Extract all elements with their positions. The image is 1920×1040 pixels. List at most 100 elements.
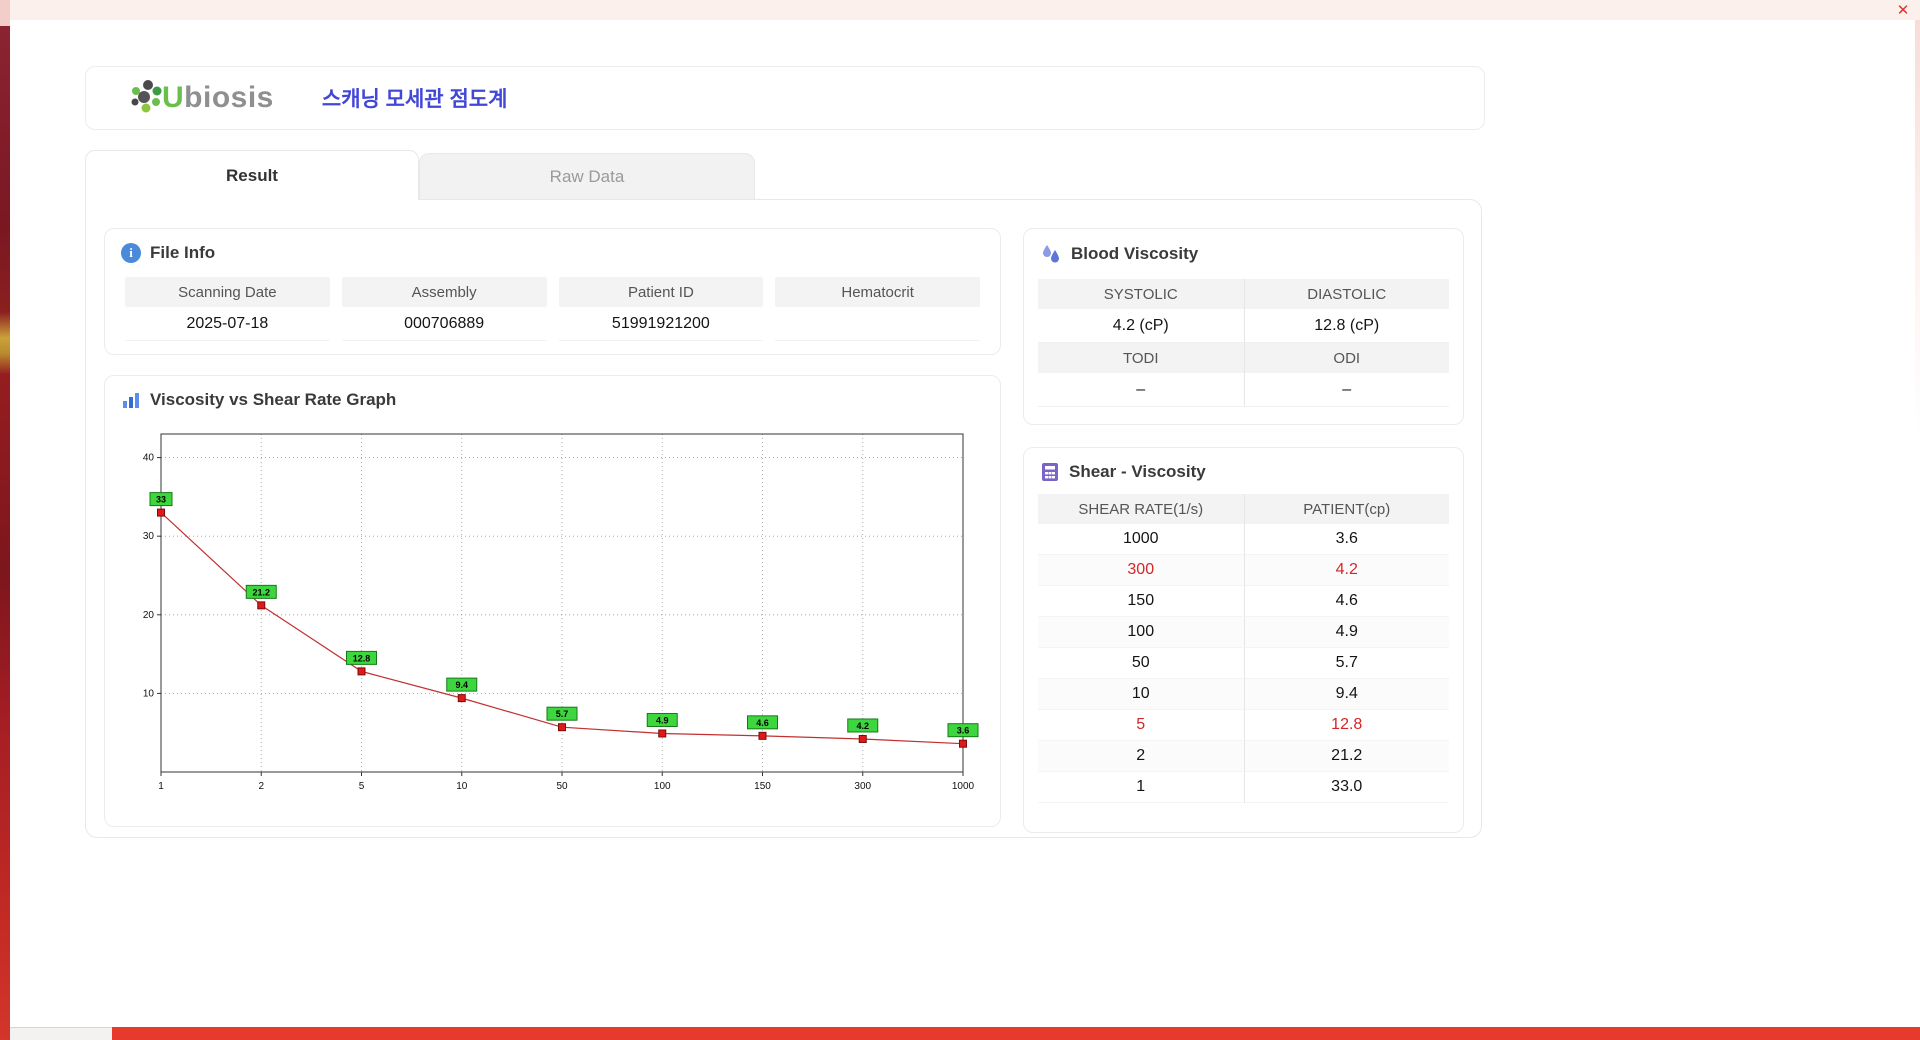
systolic-header: SYSTOLIC bbox=[1038, 279, 1244, 309]
desktop-edge-right bbox=[1915, 20, 1920, 440]
ubiosis-logo: Ubiosis bbox=[124, 76, 274, 120]
app-window: Ubiosis 스캐닝 모세관 점도계 Result Raw Data i Fi… bbox=[10, 20, 1915, 1027]
field-label: Scanning Date bbox=[125, 277, 330, 307]
svg-text:12.8: 12.8 bbox=[353, 653, 371, 663]
shear-rate-cell: 100 bbox=[1038, 617, 1244, 648]
field-patient-id: Patient ID 51991921200 bbox=[558, 277, 764, 341]
diastolic-value: 12.8 (cP) bbox=[1243, 309, 1449, 343]
svg-text:100: 100 bbox=[654, 781, 671, 792]
svg-text:4.9: 4.9 bbox=[656, 715, 669, 725]
patient-cell: 3.6 bbox=[1243, 524, 1449, 555]
svg-text:4.6: 4.6 bbox=[756, 718, 769, 728]
shear-rate-cell: 10 bbox=[1038, 679, 1244, 710]
tab-raw-data[interactable]: Raw Data bbox=[419, 153, 755, 200]
shear-table-row: 300 4.2 bbox=[1038, 555, 1449, 586]
patient-cell: 4.6 bbox=[1243, 586, 1449, 617]
svg-text:1000: 1000 bbox=[952, 781, 975, 792]
patient-cell: 33.0 bbox=[1243, 772, 1449, 803]
droplet-icon bbox=[1043, 245, 1059, 263]
close-icon[interactable]: ✕ bbox=[1894, 2, 1912, 20]
svg-text:20: 20 bbox=[143, 610, 155, 621]
bar-chart-icon bbox=[123, 393, 139, 408]
calculator-icon bbox=[1042, 463, 1058, 481]
file-info-fields: Scanning Date 2025-07-18 Assembly 000706… bbox=[105, 269, 1000, 341]
odi-value: – bbox=[1243, 373, 1449, 407]
svg-text:2: 2 bbox=[258, 781, 264, 792]
shear-rate-header: SHEAR RATE(1/s) bbox=[1038, 494, 1244, 524]
field-label: Assembly bbox=[341, 277, 547, 307]
shear-table-row: 5 12.8 bbox=[1038, 710, 1449, 741]
blood-viscosity-grid: SYSTOLIC DIASTOLIC 4.2 (cP) 12.8 (cP) TO… bbox=[1038, 279, 1449, 407]
svg-text:1: 1 bbox=[158, 781, 164, 792]
shear-rate-cell: 2 bbox=[1038, 741, 1244, 772]
shear-table-row: 1 33.0 bbox=[1038, 772, 1449, 803]
header: Ubiosis 스캐닝 모세관 점도계 bbox=[85, 66, 1485, 130]
systolic-value: 4.2 (cP) bbox=[1038, 309, 1244, 343]
svg-text:4.2: 4.2 bbox=[856, 721, 869, 731]
field-label: Patient ID bbox=[558, 277, 764, 307]
odi-header: ODI bbox=[1243, 343, 1449, 373]
patient-cell: 4.2 bbox=[1243, 555, 1449, 586]
viscosity-chart: 1 2 5 10 50 100 150 300 1000 10 20 30 40 33 21.2 12.8 9.… bbox=[143, 433, 979, 792]
todi-header: TODI bbox=[1038, 343, 1244, 373]
svg-text:3.6: 3.6 bbox=[957, 726, 970, 736]
shear-rate-cell: 5 bbox=[1038, 710, 1244, 741]
desktop-edge-bottom-left bbox=[10, 1027, 112, 1040]
main-panel: i File Info Scanning Date 2025-07-18 Ass… bbox=[85, 199, 1482, 838]
shear-table: SHEAR RATE(1/s) PATIENT(cp) 1000 3.6 300… bbox=[1038, 494, 1449, 803]
info-icon: i bbox=[121, 243, 141, 263]
shear-rate-cell: 150 bbox=[1038, 586, 1244, 617]
diastolic-header: DIASTOLIC bbox=[1243, 279, 1449, 309]
blood-viscosity-title: Blood Viscosity bbox=[1071, 244, 1199, 263]
shear-table-row: 2 21.2 bbox=[1038, 741, 1449, 772]
svg-text:5: 5 bbox=[359, 781, 365, 792]
field-value: 000706889 bbox=[341, 307, 547, 341]
shear-viscosity-card: Shear - Viscosity SHEAR RATE(1/s) PATIEN… bbox=[1023, 447, 1464, 833]
svg-text:40: 40 bbox=[143, 453, 155, 464]
shear-viscosity-title: Shear - Viscosity bbox=[1069, 462, 1206, 481]
shear-rate-cell: 1 bbox=[1038, 772, 1244, 803]
patient-cell: 4.9 bbox=[1243, 617, 1449, 648]
svg-text:50: 50 bbox=[556, 781, 568, 792]
field-value bbox=[775, 307, 980, 341]
svg-text:5.7: 5.7 bbox=[556, 709, 569, 719]
desktop-edge-bottom bbox=[112, 1027, 1920, 1040]
shear-table-row: 10 9.4 bbox=[1038, 679, 1449, 710]
field-value: 51991921200 bbox=[558, 307, 764, 341]
todi-value: – bbox=[1038, 373, 1244, 407]
desktop-edge-left bbox=[0, 0, 10, 1040]
patient-cell: 12.8 bbox=[1243, 710, 1449, 741]
patient-cell: 21.2 bbox=[1243, 741, 1449, 772]
file-info-title: File Info bbox=[150, 243, 216, 262]
tab-result[interactable]: Result bbox=[85, 150, 419, 200]
brand-text: Ubiosis bbox=[162, 81, 274, 114]
shear-rate-cell: 300 bbox=[1038, 555, 1244, 586]
patient-cell: 5.7 bbox=[1243, 648, 1449, 679]
field-scanning-date: Scanning Date 2025-07-18 bbox=[125, 277, 330, 341]
patient-cell: 9.4 bbox=[1243, 679, 1449, 710]
desktop-edge-top bbox=[0, 0, 1920, 20]
graph-title: Viscosity vs Shear Rate Graph bbox=[150, 390, 397, 409]
svg-text:300: 300 bbox=[854, 781, 871, 792]
graph-card: Viscosity vs Shear Rate Graph 1 2 5 10 50 100… bbox=[104, 375, 1001, 827]
svg-text:10: 10 bbox=[143, 688, 155, 699]
svg-text:30: 30 bbox=[143, 531, 155, 542]
patient-header: PATIENT(cp) bbox=[1243, 494, 1449, 524]
svg-text:9.4: 9.4 bbox=[455, 680, 468, 690]
field-assembly: Assembly 000706889 bbox=[341, 277, 547, 341]
page-title: 스캐닝 모세관 점도계 bbox=[321, 88, 508, 111]
field-hematocrit: Hematocrit bbox=[775, 277, 980, 341]
shear-table-header: SHEAR RATE(1/s) PATIENT(cp) bbox=[1038, 494, 1449, 524]
field-label: Hematocrit bbox=[775, 277, 980, 307]
shear-table-row: 100 4.9 bbox=[1038, 617, 1449, 648]
svg-text:33: 33 bbox=[156, 495, 166, 505]
shear-table-row: 150 4.6 bbox=[1038, 586, 1449, 617]
shear-table-row: 1000 3.6 bbox=[1038, 524, 1449, 555]
field-value: 2025-07-18 bbox=[125, 307, 330, 341]
shear-rate-cell: 50 bbox=[1038, 648, 1244, 679]
file-info-card: i File Info Scanning Date 2025-07-18 Ass… bbox=[104, 228, 1001, 355]
shear-table-row: 50 5.7 bbox=[1038, 648, 1449, 679]
svg-text:150: 150 bbox=[754, 781, 771, 792]
blood-viscosity-card: Blood Viscosity SYSTOLIC DIASTOLIC 4.2 (… bbox=[1023, 228, 1464, 425]
svg-text:10: 10 bbox=[456, 781, 468, 792]
